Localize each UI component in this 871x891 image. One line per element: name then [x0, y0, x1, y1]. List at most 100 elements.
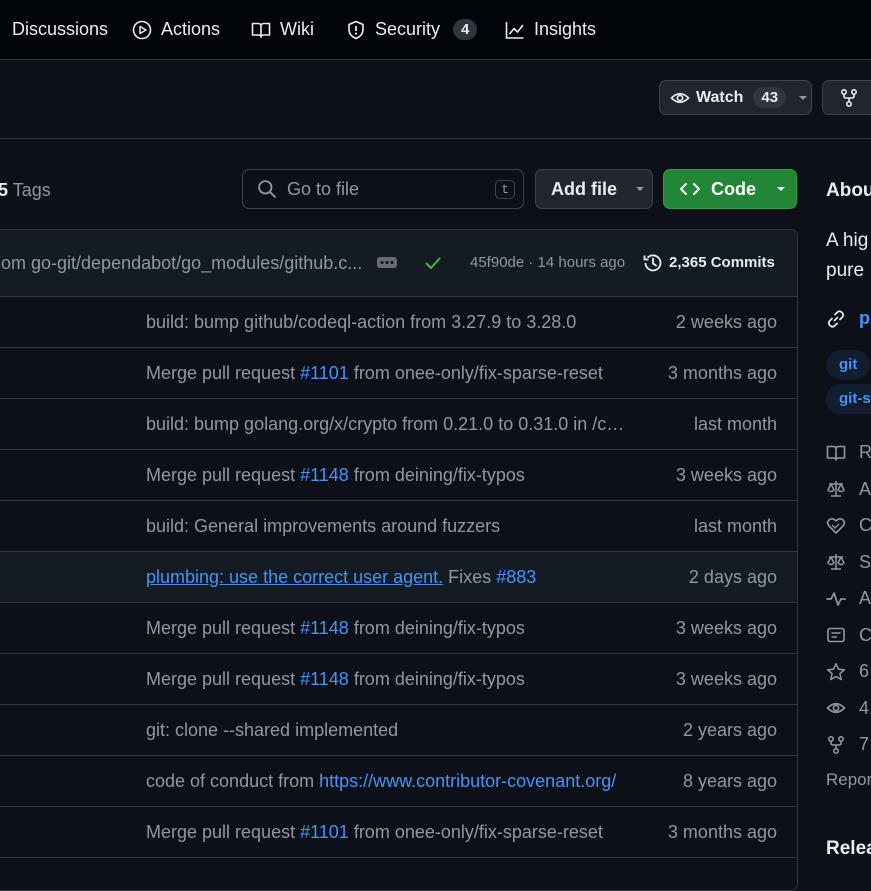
commit-message: Merge pull request #1148 from deining/fi…	[146, 603, 525, 653]
go-to-file-input[interactable]	[285, 177, 479, 201]
commit-message-text[interactable]: from onee-only/fix-sparse-reset	[349, 822, 603, 842]
table-row[interactable]: Merge pull request #1148 from deining/fi…	[0, 654, 797, 705]
table-row[interactable]: plumbing: use the correct user agent. Fi…	[0, 552, 797, 603]
commit-message: Merge pull request #1101 from onee-only/…	[146, 348, 603, 398]
topic-tag[interactable]: git	[826, 350, 871, 380]
go-to-file-field[interactable]: t	[242, 169, 524, 209]
table-row[interactable]: Merge pull request #1148 from deining/fi…	[0, 450, 797, 501]
tags-link[interactable]: 75 Tags	[0, 180, 51, 201]
table-row[interactable]: Merge pull request #1101 from onee-only/…	[0, 348, 797, 399]
commit-message-text[interactable]: code of conduct from	[146, 771, 319, 791]
watch-label: Watch	[696, 88, 744, 106]
about-meta-label: C	[859, 515, 871, 535]
security-count-badge: 4	[453, 19, 478, 40]
history-icon	[642, 252, 664, 274]
ellipsis-expand-icon[interactable]	[377, 257, 397, 268]
commit-message-text[interactable]: from deining/fix-typos	[349, 465, 525, 485]
commit-message-link[interactable]: plumbing: use the correct user agent.	[146, 567, 443, 587]
commit-ref-link[interactable]: #1101	[300, 822, 349, 842]
tab-insights[interactable]: Insights	[505, 0, 596, 59]
website-link[interactable]: pl	[826, 308, 871, 329]
commit-ref-link[interactable]: #1148	[300, 618, 349, 638]
tab-wiki[interactable]: Wiki	[251, 0, 314, 59]
commit-message-text[interactable]: from onee-only/fix-sparse-reset	[349, 363, 603, 383]
chevron-down-icon	[776, 184, 786, 194]
tab-security-label: Security	[375, 19, 441, 39]
code-label: Code	[711, 178, 756, 199]
commit-message: git: clone --shared implemented	[146, 705, 398, 755]
chevron-down-icon[interactable]	[798, 93, 808, 103]
commit-message-text[interactable]: Merge pull request	[146, 822, 300, 842]
book-icon	[251, 20, 271, 40]
watch-button[interactable]: Watch 43	[659, 80, 812, 115]
commit-time: 2 days ago	[688, 567, 777, 587]
commit-time: 2 years ago	[682, 720, 777, 740]
topic-tag[interactable]: git-s	[826, 384, 871, 414]
link-icon	[826, 309, 846, 329]
about-meta-label: C	[859, 624, 871, 645]
table-row[interactable]: build: bump github/codeql-action from 3.…	[0, 297, 797, 348]
about-meta-item[interactable]: A	[826, 588, 871, 609]
fork-icon	[826, 735, 846, 755]
commit-message: Merge pull request #1148 from deining/fi…	[146, 450, 525, 500]
code-button[interactable]: Code	[663, 169, 797, 209]
about-meta-item[interactable]: A	[826, 479, 871, 500]
table-row[interactable]: git: clone --shared implemented 2 years a…	[0, 705, 797, 756]
about-meta-label: R	[859, 442, 871, 462]
about-meta-item[interactable]: C	[826, 625, 871, 646]
table-row[interactable]: build: General improvements around fuzze…	[0, 501, 797, 552]
about-meta-item[interactable]: R	[826, 442, 871, 463]
releases-heading[interactable]: Relea	[826, 838, 871, 860]
tab-actions[interactable]: Actions	[132, 0, 220, 59]
commit-message: build: General improvements around fuzze…	[146, 501, 500, 551]
commit-message-text[interactable]: from deining/fix-typos	[349, 618, 525, 638]
commit-message-text[interactable]: Merge pull request	[146, 618, 300, 638]
about-meta-item[interactable]: 7	[826, 734, 869, 755]
about-meta-item[interactable]: S	[826, 552, 871, 573]
tab-wiki-label: Wiki	[280, 19, 314, 39]
commit-message-text[interactable]: build: General improvements around fuzze…	[146, 516, 500, 536]
commit-ref-link[interactable]: #1148	[300, 669, 349, 689]
commit-ref-link[interactable]: https://www.contributor-covenant.org/	[319, 771, 616, 791]
commit-message: build: bump golang.org/x/crypto from 0.2…	[146, 399, 626, 449]
commit-ref-link[interactable]: #883	[496, 567, 536, 587]
commit-message: code of conduct from https://www.contrib…	[146, 756, 616, 806]
tab-discussions-label: Discussions	[12, 19, 109, 39]
check-icon[interactable]	[424, 254, 442, 272]
play-circle-icon	[132, 20, 152, 40]
commit-message-text[interactable]: Merge pull request	[146, 363, 300, 383]
commit-ref-link[interactable]: #1101	[300, 363, 349, 383]
commit-message-text[interactable]: from deining/fix-typos	[349, 669, 525, 689]
table-row[interactable]: Merge pull request #1101 from onee-only/…	[0, 807, 797, 858]
commits-link[interactable]: 2,365 Commits	[669, 230, 775, 296]
about-sidebar: About A hig pure pl git git-s RACSAC647 …	[826, 140, 871, 870]
latest-commit-message[interactable]: om go-git/dependabot/go_modules/github.c…	[1, 230, 362, 296]
commit-message-text[interactable]: build: bump golang.org/x/crypto from 0.2…	[146, 414, 626, 434]
commit-message-text[interactable]: Fixes	[443, 567, 496, 587]
table-row[interactable]: build: bump golang.org/x/crypto from 0.2…	[0, 399, 797, 450]
website-link-text[interactable]: pl	[859, 308, 871, 329]
about-meta-item[interactable]: 4	[826, 698, 869, 719]
commit-message-text[interactable]: git: clone --shared implemented	[146, 720, 398, 740]
commit-time: 3 weeks ago	[675, 669, 777, 689]
commit-hash-time[interactable]: 45f90de · 14 hours ago	[470, 230, 625, 296]
commit-message-text[interactable]: Merge pull request	[146, 465, 300, 485]
about-meta-item[interactable]: C	[826, 515, 871, 536]
heart-handshake-icon	[826, 516, 846, 536]
fork-button[interactable]	[822, 80, 871, 115]
commit-time: 2 weeks ago	[675, 312, 777, 332]
report-repository-link[interactable]: Repor	[826, 770, 871, 790]
commit-ref-link[interactable]: #1148	[300, 465, 349, 485]
table-row[interactable]: Merge pull request #1148 from deining/fi…	[0, 603, 797, 654]
commit-message-text[interactable]: build: bump github/codeql-action from 3.…	[146, 312, 576, 332]
tab-discussions[interactable]: Discussions	[12, 0, 108, 59]
about-meta-item[interactable]: 6	[826, 661, 869, 682]
add-file-button[interactable]: Add file	[535, 169, 653, 209]
commit-time: 3 months ago	[667, 363, 777, 383]
commit-time: 3 weeks ago	[675, 465, 777, 485]
tab-security[interactable]: Security 4	[346, 0, 478, 59]
commit-message-text[interactable]: Merge pull request	[146, 669, 300, 689]
tab-insights-label: Insights	[534, 19, 597, 39]
commit-message: build: bump github/codeql-action from 3.…	[146, 297, 576, 347]
table-row[interactable]: code of conduct from https://www.contrib…	[0, 756, 797, 807]
